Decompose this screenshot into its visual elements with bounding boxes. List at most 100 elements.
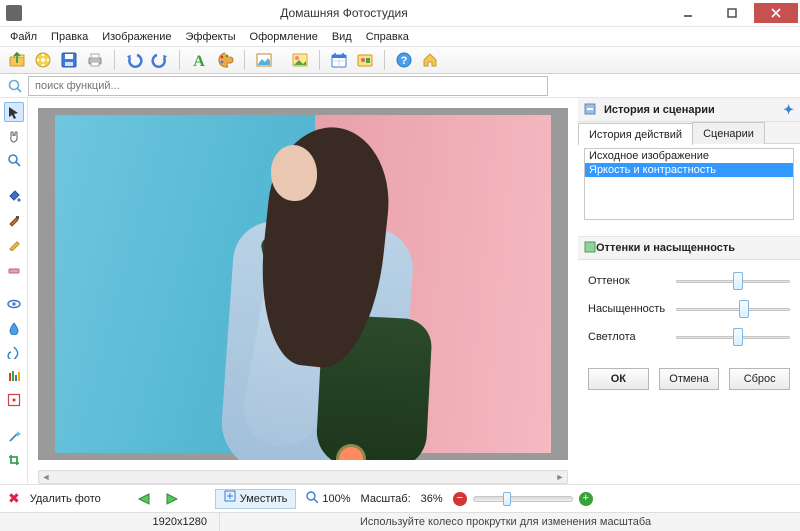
tab-history[interactable]: История действий [578, 123, 693, 145]
canvas-area: ◄ ► [28, 98, 578, 484]
home-button[interactable] [419, 49, 441, 71]
fit-icon [224, 490, 236, 508]
tool-smudge[interactable] [4, 342, 24, 362]
slider-saturation-label: Насыщенность [588, 303, 668, 315]
scale-value: 36% [421, 493, 443, 505]
tool-zoom[interactable] [4, 150, 24, 170]
delete-icon: ✖ [8, 490, 20, 507]
tool-crop[interactable] [4, 450, 24, 470]
tool-paintbucket[interactable] [4, 186, 24, 206]
menu-image[interactable]: Изображение [96, 29, 177, 45]
palette-button[interactable] [214, 49, 236, 71]
status-hint: Используйте колесо прокрутки для изменен… [220, 516, 800, 528]
slider-lightness[interactable] [676, 330, 790, 344]
image-frame-icon [255, 51, 273, 69]
tool-target[interactable] [4, 390, 24, 410]
printer-icon [86, 51, 104, 69]
statusbar: 1920x1280 Используйте колесо прокрутки д… [0, 512, 800, 531]
folder-upload-icon [8, 51, 26, 69]
calendar-icon [330, 51, 348, 69]
tool-levels[interactable] [4, 366, 24, 386]
next-button[interactable] [163, 490, 181, 508]
svg-text:A: A [193, 53, 205, 69]
calendar-button[interactable] [328, 49, 350, 71]
svg-text:?: ? [401, 55, 408, 67]
cancel-button[interactable]: Отмена [659, 368, 720, 390]
main: ◄ ► История и сценарии ✦ История действи… [0, 98, 800, 484]
toolbar: A ? [0, 46, 800, 74]
text-icon: A [190, 51, 208, 69]
maximize-button[interactable] [710, 3, 754, 23]
scroll-left-arrow-icon[interactable]: ◄ [39, 471, 53, 483]
tool-drop[interactable] [4, 318, 24, 338]
import-button[interactable] [32, 49, 54, 71]
history-panel-title: История и сценарии [604, 104, 715, 116]
help-icon: ? [395, 51, 413, 69]
slider-hue[interactable] [676, 274, 790, 288]
history-item[interactable]: Яркость и контрастность [585, 163, 793, 177]
history-item[interactable]: Исходное изображение [585, 149, 793, 163]
right-panel: История и сценарии ✦ История действий Сц… [578, 98, 800, 484]
left-tools [0, 98, 28, 484]
history-list[interactable]: Исходное изображение Яркость и контрастн… [584, 148, 794, 220]
bottom-bar: ✖ Удалить фото Уместить 100% Масштаб: 36… [0, 484, 800, 512]
sliders-icon [584, 241, 596, 256]
sliders-panel-header[interactable]: Оттенки и насыщенность [578, 236, 800, 260]
menu-effects[interactable]: Эффекты [180, 29, 242, 45]
redo-icon [151, 51, 169, 69]
search-input[interactable] [28, 76, 548, 96]
undo-button[interactable] [123, 49, 145, 71]
zoom-100-button[interactable]: 100% [306, 491, 350, 506]
menu-decoration[interactable]: Оформление [244, 29, 324, 45]
ok-button[interactable]: ОК [588, 368, 649, 390]
titlebar: Домашняя Фотостудия [0, 0, 800, 27]
history-panel-header[interactable]: История и сценарии ✦ [578, 98, 800, 122]
picture-icon [291, 51, 309, 69]
minimize-button[interactable] [666, 3, 710, 23]
chevron-up-icon[interactable]: ✦ [783, 102, 794, 118]
open-folder-button[interactable] [6, 49, 28, 71]
zoom-out-button[interactable]: − [453, 492, 467, 506]
palette-icon [216, 51, 234, 69]
picture-button[interactable] [289, 49, 311, 71]
print-button[interactable] [84, 49, 106, 71]
menu-view[interactable]: Вид [326, 29, 358, 45]
menu-file[interactable]: Файл [4, 29, 43, 45]
window-title: Домашняя Фотостудия [22, 6, 666, 20]
tool-eye[interactable] [4, 294, 24, 314]
zoom-100-icon [306, 491, 318, 506]
search-row [0, 74, 800, 98]
tool-wand[interactable] [4, 426, 24, 446]
delete-photo-button[interactable]: Удалить фото [30, 493, 101, 505]
tool-brush[interactable] [4, 210, 24, 230]
card-button[interactable] [354, 49, 376, 71]
help-button[interactable]: ? [393, 49, 415, 71]
status-dimensions: 1920x1280 [0, 513, 220, 531]
tool-eraser[interactable] [4, 258, 24, 278]
slider-saturation[interactable] [676, 302, 790, 316]
save-icon [60, 51, 78, 69]
redo-button[interactable] [149, 49, 171, 71]
scroll-right-arrow-icon[interactable]: ► [553, 471, 567, 483]
tool-pencil[interactable] [4, 234, 24, 254]
tool-hand[interactable] [4, 126, 24, 146]
menu-help[interactable]: Справка [360, 29, 415, 45]
zoom-in-button[interactable]: + [579, 492, 593, 506]
fit-button[interactable]: Уместить [215, 489, 297, 509]
close-button[interactable] [754, 3, 798, 23]
zoom-slider[interactable] [473, 496, 573, 502]
canvas[interactable] [38, 108, 568, 460]
save-button[interactable] [58, 49, 80, 71]
tabs: История действий Сценарии [578, 122, 800, 144]
prev-button[interactable] [135, 490, 153, 508]
text-button[interactable]: A [188, 49, 210, 71]
undo-icon [125, 51, 143, 69]
tab-scenarios[interactable]: Сценарии [692, 122, 765, 144]
tool-pointer[interactable] [4, 102, 24, 122]
menu-edit[interactable]: Правка [45, 29, 94, 45]
frame-button[interactable] [253, 49, 275, 71]
scale-label: Масштаб: [361, 493, 411, 505]
button-row: ОК Отмена Сброс [578, 348, 800, 390]
horizontal-scrollbar[interactable]: ◄ ► [38, 470, 568, 484]
reset-button[interactable]: Сброс [729, 368, 790, 390]
